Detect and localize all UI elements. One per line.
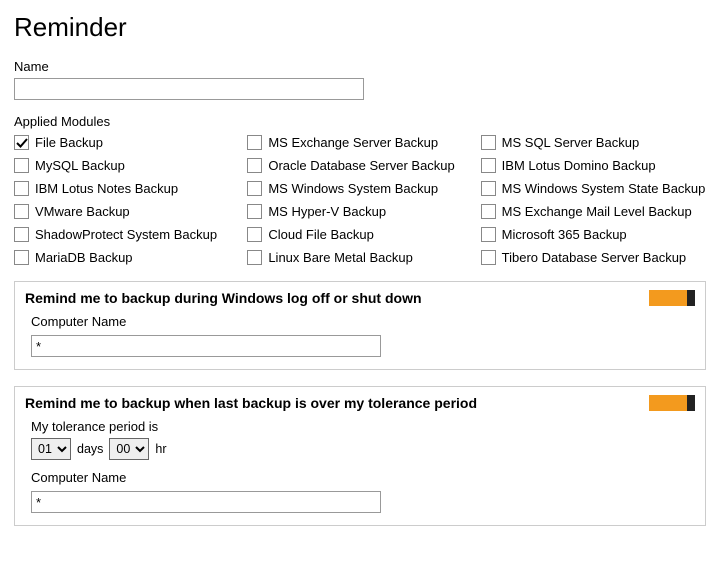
module-hyperv-backup-label: MS Hyper-V Backup [268,204,386,219]
module-lotus-domino-backup-checkbox[interactable] [481,158,496,173]
tolerance-days-select[interactable]: 01 [31,438,71,460]
name-input[interactable] [14,78,364,100]
module-file-backup: File Backup [14,135,239,150]
module-m365-backup: Microsoft 365 Backup [481,227,706,242]
module-win-system-backup-label: MS Windows System Backup [268,181,438,196]
module-vmware-backup-checkbox[interactable] [14,204,29,219]
module-win-system-state-label: MS Windows System State Backup [502,181,706,196]
module-linux-bare-metal: Linux Bare Metal Backup [247,250,472,265]
panel-tolerance-computer-name-input[interactable] [31,491,381,513]
module-shadowprotect-backup-label: ShadowProtect System Backup [35,227,217,242]
module-shadowprotect-backup: ShadowProtect System Backup [14,227,239,242]
module-exchange-server-backup-checkbox[interactable] [247,135,262,150]
page-title: Reminder [14,12,706,43]
module-mysql-backup-checkbox[interactable] [14,158,29,173]
module-tibero-db-backup-checkbox[interactable] [481,250,496,265]
module-mysql-backup: MySQL Backup [14,158,239,173]
module-linux-bare-metal-checkbox[interactable] [247,250,262,265]
panel-tolerance-toggle[interactable] [649,395,695,411]
module-exchange-mail-level: MS Exchange Mail Level Backup [481,204,706,219]
module-exchange-server-backup-label: MS Exchange Server Backup [268,135,438,150]
module-exchange-mail-level-checkbox[interactable] [481,204,496,219]
module-lotus-notes-backup: IBM Lotus Notes Backup [14,181,239,196]
module-mariadb-backup-label: MariaDB Backup [35,250,133,265]
module-m365-backup-label: Microsoft 365 Backup [502,227,627,242]
name-label: Name [14,59,706,74]
module-file-backup-label: File Backup [35,135,103,150]
module-hyperv-backup-checkbox[interactable] [247,204,262,219]
module-mariadb-backup: MariaDB Backup [14,250,239,265]
tolerance-hours-unit: hr [155,442,166,456]
module-cloud-file-backup: Cloud File Backup [247,227,472,242]
tolerance-hours-select[interactable]: 00 [109,438,149,460]
module-cloud-file-backup-checkbox[interactable] [247,227,262,242]
module-sql-server-backup-checkbox[interactable] [481,135,496,150]
module-mariadb-backup-checkbox[interactable] [14,250,29,265]
module-lotus-domino-backup-label: IBM Lotus Domino Backup [502,158,656,173]
module-exchange-server-backup: MS Exchange Server Backup [247,135,472,150]
module-exchange-mail-level-label: MS Exchange Mail Level Backup [502,204,692,219]
module-vmware-backup-label: VMware Backup [35,204,130,219]
module-tibero-db-backup-label: Tibero Database Server Backup [502,250,687,265]
module-oracle-db-backup: Oracle Database Server Backup [247,158,472,173]
module-hyperv-backup: MS Hyper-V Backup [247,204,472,219]
panel-tolerance-computer-name-label: Computer Name [31,470,695,485]
module-lotus-notes-backup-checkbox[interactable] [14,181,29,196]
module-win-system-backup: MS Windows System Backup [247,181,472,196]
module-win-system-state-checkbox[interactable] [481,181,496,196]
module-oracle-db-backup-label: Oracle Database Server Backup [268,158,454,173]
panel-tolerance-title: Remind me to backup when last backup is … [25,395,477,411]
module-sql-server-backup-label: MS SQL Server Backup [502,135,640,150]
module-lotus-notes-backup-label: IBM Lotus Notes Backup [35,181,178,196]
applied-modules-grid: File Backup MS Exchange Server Backup MS S… [14,135,706,265]
tolerance-days-unit: days [77,442,103,456]
module-lotus-domino-backup: IBM Lotus Domino Backup [481,158,706,173]
panel-remind-logoff: Remind me to backup during Windows log o… [14,281,706,370]
module-vmware-backup: VMware Backup [14,204,239,219]
panel-logoff-computer-name-input[interactable] [31,335,381,357]
module-cloud-file-backup-label: Cloud File Backup [268,227,374,242]
module-win-system-backup-checkbox[interactable] [247,181,262,196]
module-shadowprotect-backup-checkbox[interactable] [14,227,29,242]
panel-logoff-computer-name-label: Computer Name [31,314,695,329]
module-m365-backup-checkbox[interactable] [481,227,496,242]
module-linux-bare-metal-label: Linux Bare Metal Backup [268,250,413,265]
module-win-system-state: MS Windows System State Backup [481,181,706,196]
module-file-backup-checkbox[interactable] [14,135,29,150]
module-mysql-backup-label: MySQL Backup [35,158,125,173]
panel-logoff-toggle[interactable] [649,290,695,306]
module-tibero-db-backup: Tibero Database Server Backup [481,250,706,265]
tolerance-label: My tolerance period is [31,419,695,434]
panel-remind-tolerance: Remind me to backup when last backup is … [14,386,706,526]
applied-modules-label: Applied Modules [14,114,706,129]
panel-logoff-title: Remind me to backup during Windows log o… [25,290,422,306]
module-sql-server-backup: MS SQL Server Backup [481,135,706,150]
module-oracle-db-backup-checkbox[interactable] [247,158,262,173]
